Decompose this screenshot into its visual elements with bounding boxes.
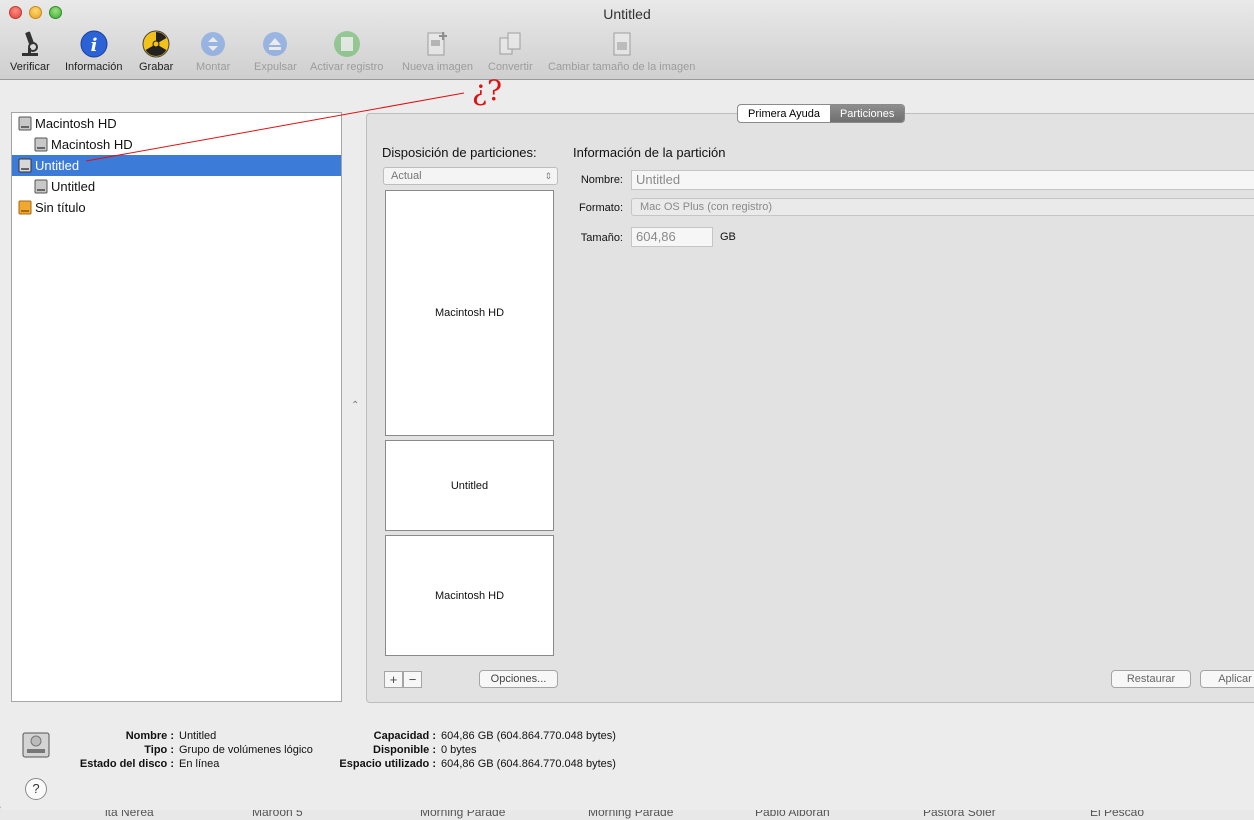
internal-disk-icon <box>18 158 32 173</box>
detail-used-value: 604,86 GB (604.864.770.048 bytes) <box>441 758 616 770</box>
size-unit: GB <box>720 231 736 243</box>
sidebar-item-label: Untitled <box>35 158 80 173</box>
restore-button[interactable]: Restaurar <box>1111 670 1191 688</box>
info-button[interactable]: i Información <box>65 30 122 73</box>
sidebar-item-macintosh-hd-volume[interactable]: Macintosh HD <box>12 134 341 155</box>
journal-icon <box>333 31 360 57</box>
split-view-grip[interactable]: ⌃ <box>351 400 359 411</box>
partition-block[interactable]: Macintosh HD <box>385 535 554 656</box>
title-bar-toolbar: Untitled Verificar i Información Grabar … <box>0 0 1254 80</box>
disk-list-sidebar[interactable]: Macintosh HD Macintosh HD Untitled Untit… <box>11 112 342 702</box>
convert-label: Convertir <box>488 61 533 73</box>
format-label: Formato: <box>578 202 623 214</box>
detail-status-label: Estado del disco : <box>79 758 174 770</box>
new-image-label: Nueva imagen <box>402 61 473 73</box>
burn-label: Grabar <box>139 61 174 73</box>
volume-icon <box>34 137 48 152</box>
verify-label: Verificar <box>10 61 50 73</box>
annotation-question-mark: ¿? <box>472 74 503 107</box>
partition-name-field[interactable]: Untitled <box>631 170 1254 190</box>
sidebar-item-sin-titulo[interactable]: Sin título <box>12 197 341 218</box>
new-image-button[interactable]: Nueva imagen <box>402 30 473 73</box>
mount-button[interactable]: Montar <box>196 30 230 73</box>
detail-name-value: Untitled <box>179 730 217 742</box>
options-button[interactable]: Opciones... <box>479 670 558 688</box>
eject-button[interactable]: Expulsar <box>254 30 297 73</box>
partition-format-select[interactable]: Mac OS Plus (con registro) <box>631 198 1254 216</box>
selected-disk-icon <box>22 732 50 758</box>
help-button[interactable]: ? <box>25 778 47 800</box>
enable-journal-button[interactable]: Activar registro <box>310 30 383 73</box>
apply-button[interactable]: Aplicar <box>1200 670 1254 688</box>
sidebar-item-label: Macintosh HD <box>51 137 133 152</box>
eject-label: Expulsar <box>254 61 297 73</box>
info-label: Información <box>65 61 123 73</box>
convert-icon <box>499 32 521 55</box>
partition-size-field[interactable]: 604,86 <box>631 227 713 247</box>
partition-layout-select[interactable]: Actual ⇕ <box>383 167 558 185</box>
sidebar-item-untitled-disk[interactable]: Untitled <box>12 155 341 176</box>
burn-button[interactable]: Grabar <box>139 30 173 73</box>
detail-type-label: Tipo : <box>144 744 174 756</box>
external-disk-icon <box>18 200 32 215</box>
sidebar-item-untitled-volume[interactable]: Untitled <box>12 176 341 197</box>
internal-disk-icon <box>18 116 32 131</box>
detail-type-value: Grupo de volúmenes lógico <box>179 744 313 756</box>
resize-image-button[interactable]: Cambiar tamaño de la imagen <box>548 30 695 73</box>
partition-layout-title: Disposición de particiones: <box>382 145 537 160</box>
tab-first-aid[interactable]: Primera Ayuda <box>738 105 830 122</box>
detail-capacity-value: 604,86 GB (604.864.770.048 bytes) <box>441 730 616 742</box>
detail-capacity-label: Capacidad : <box>373 730 436 742</box>
resize-image-icon <box>613 32 631 56</box>
detail-name-label: Nombre : <box>125 730 174 742</box>
detail-used-label: Espacio utilizado : <box>339 758 436 770</box>
remove-partition-button[interactable]: − <box>403 671 422 688</box>
sidebar-item-label: Sin título <box>35 200 86 215</box>
detail-available-label: Disponible : <box>373 744 436 756</box>
svg-text:i: i <box>90 35 97 56</box>
enable-journal-label: Activar registro <box>310 61 384 73</box>
name-label: Nombre: <box>580 174 623 186</box>
disk-utility-window: Untitled Verificar i Información Grabar … <box>0 0 1254 810</box>
verify-button[interactable]: Verificar <box>10 30 50 73</box>
add-partition-button[interactable]: + <box>384 671 403 688</box>
sidebar-item-label: Untitled <box>51 179 96 194</box>
tab-bar: Primera Ayuda Particiones <box>737 104 906 123</box>
convert-button[interactable]: Convertir <box>488 30 533 73</box>
radiation-icon <box>142 30 170 58</box>
detail-available-value: 0 bytes <box>441 744 477 756</box>
resize-image-label: Cambiar tamaño de la imagen <box>548 61 696 73</box>
size-label: Tamaño: <box>580 232 623 244</box>
eject-icon <box>263 32 288 56</box>
new-image-icon <box>427 32 448 56</box>
partition-block[interactable]: Macintosh HD <box>385 190 554 436</box>
partition-block[interactable]: Untitled <box>385 440 554 531</box>
info-icon: i <box>80 30 108 58</box>
partition-layout-select-value: Actual <box>391 170 422 182</box>
sidebar-item-macintosh-hd-disk[interactable]: Macintosh HD <box>12 113 341 134</box>
tab-partitions[interactable]: Particiones <box>829 105 905 122</box>
sidebar-item-label: Macintosh HD <box>35 116 117 131</box>
mount-icon <box>201 32 226 56</box>
window-title: Untitled <box>603 6 651 22</box>
mount-label: Montar <box>196 61 231 73</box>
microscope-icon <box>21 31 38 56</box>
partition-info-title: Información de la partición <box>573 145 726 160</box>
volume-icon <box>34 179 48 194</box>
detail-status-value: En línea <box>179 758 220 770</box>
